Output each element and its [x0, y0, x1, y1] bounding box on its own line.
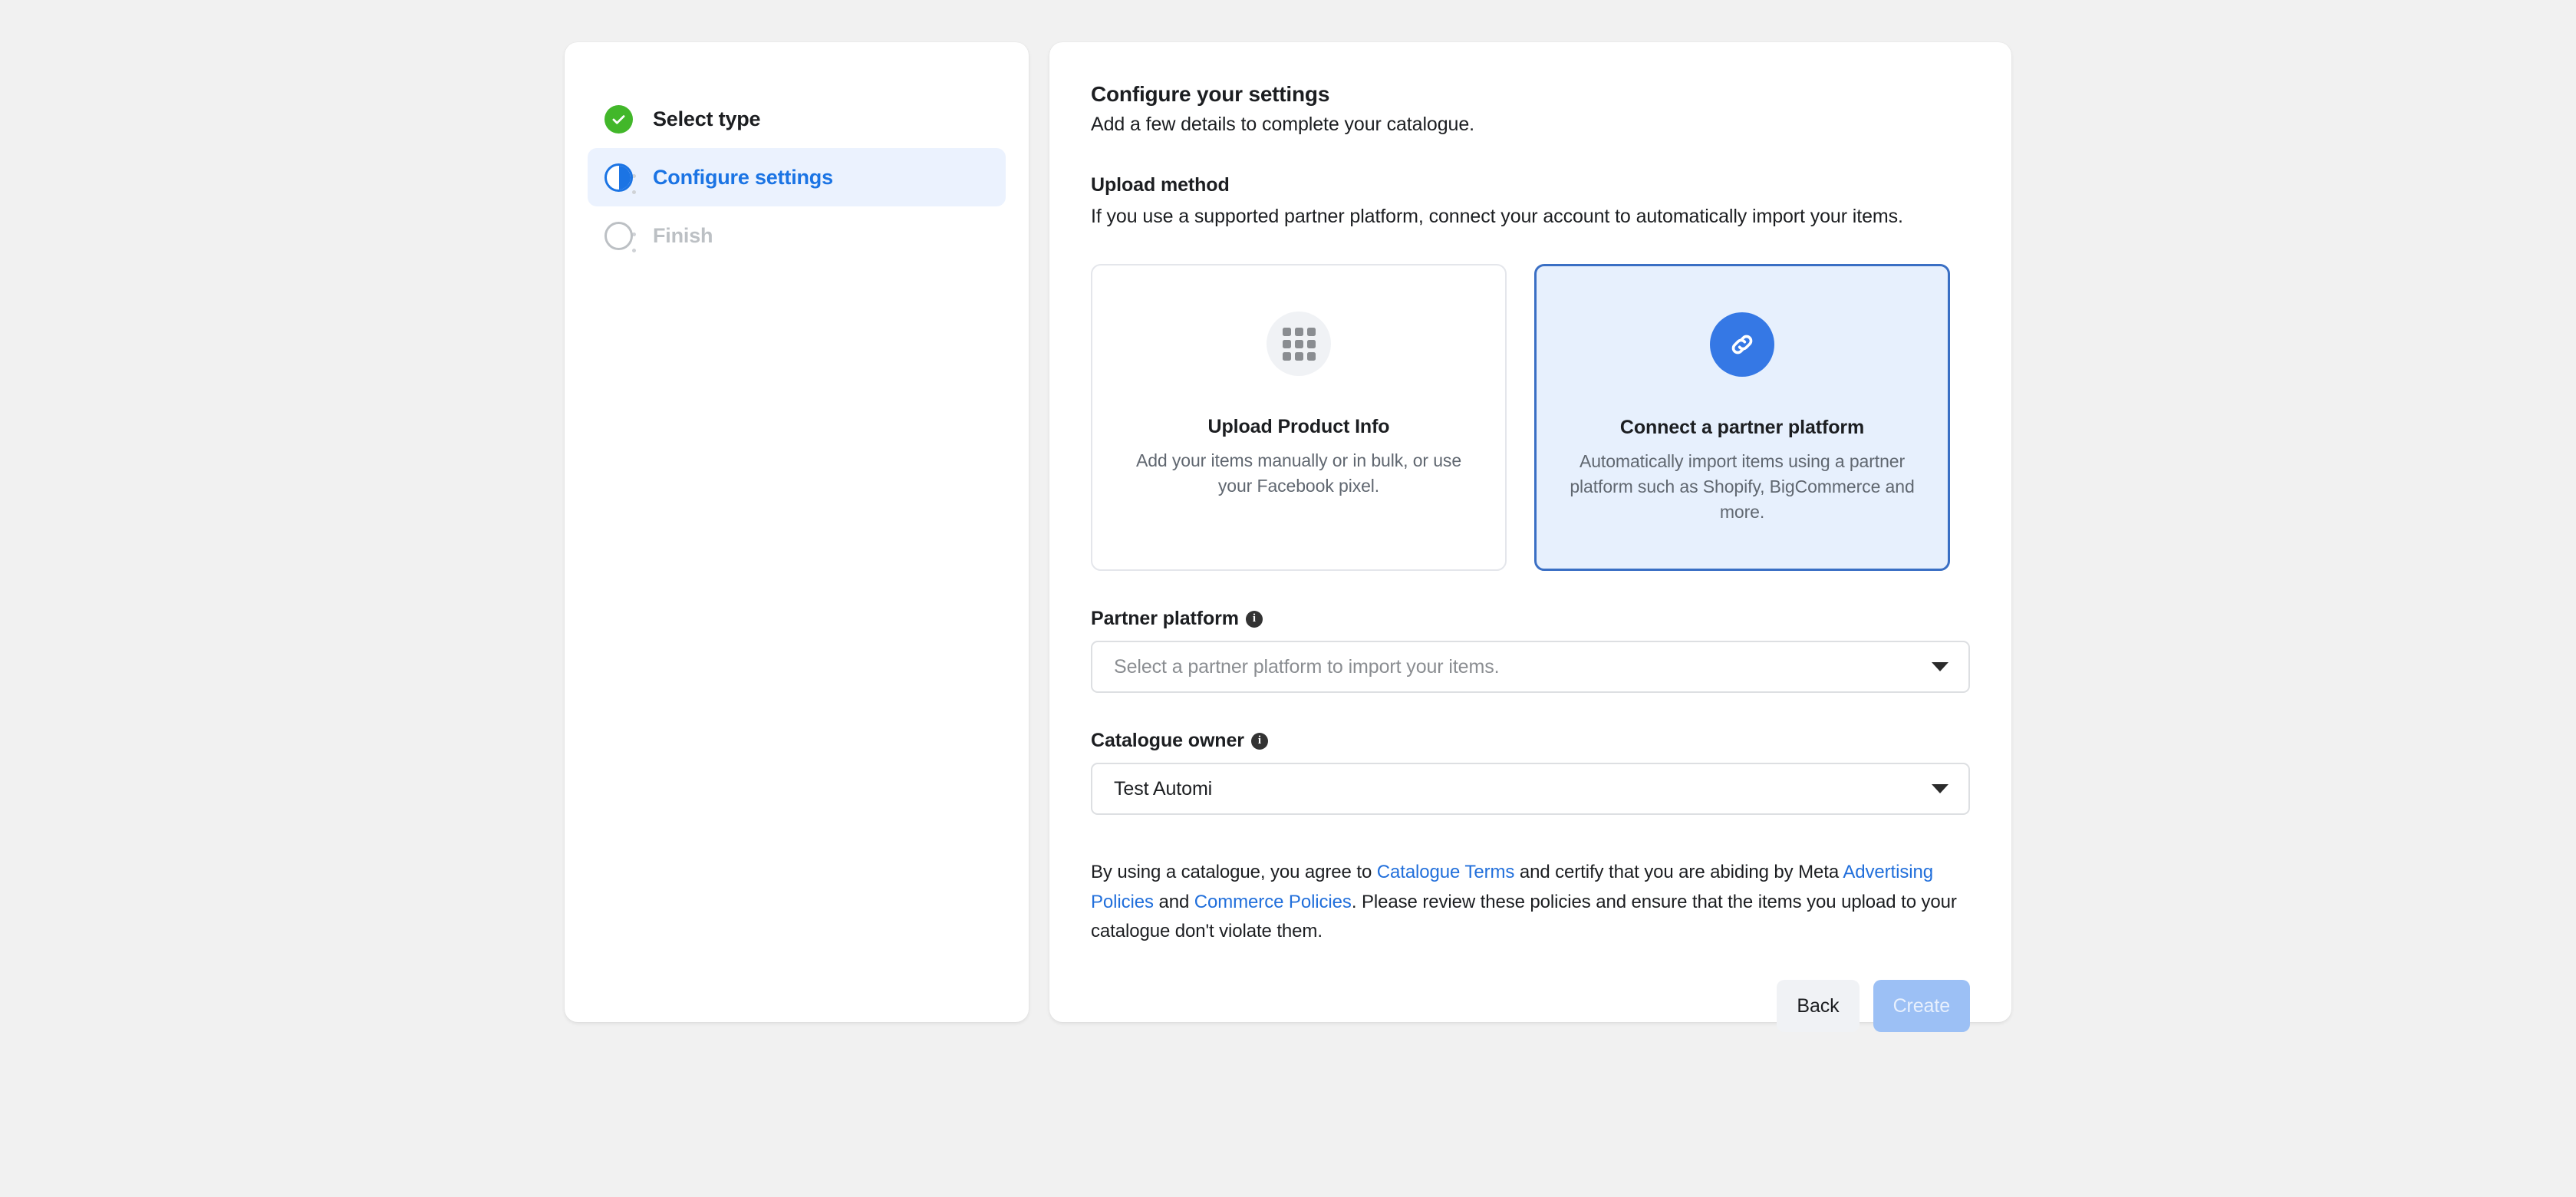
upload-method-description: If you use a supported partner platform,… [1091, 206, 1903, 227]
upload-method-heading: Upload method [1091, 174, 1230, 196]
catalogue-owner-select[interactable]: Test Automi [1091, 763, 1970, 816]
chevron-down-icon [1932, 662, 1948, 672]
partner-platform-select-placeholder: Select a partner platform to import your… [1114, 655, 1500, 678]
configure-settings-panel: Configure your settings Add a few detail… [1049, 42, 2011, 1033]
page-root: Select type Configure settings Finish Co… [0, 0, 2576, 1197]
legal-text-part-1: By using a catalogue, you agree to [1091, 862, 1377, 883]
option-card-description: Add your items manually or in bulk, or u… [1135, 450, 1462, 496]
catalogue-owner-select-value: Test Automi [1114, 777, 1213, 800]
link-icon [1710, 312, 1774, 378]
page-subtitle: Add a few details to complete your catal… [1091, 114, 1474, 135]
info-icon[interactable]: i [1250, 732, 1268, 750]
option-card-title: Upload Product Info [1207, 416, 1390, 438]
step-item-select-type[interactable]: Select type [588, 90, 1006, 148]
upload-method-options: Upload Product Info Add your items manua… [1091, 264, 1970, 572]
create-button[interactable]: Create [1873, 980, 1970, 1033]
panel-footer: Back Create [1091, 980, 1970, 1033]
legal-disclaimer: By using a catalogue, you agree to Catal… [1091, 858, 1970, 946]
option-card-connect-partner-platform[interactable]: Connect a partner platform Automatically… [1534, 264, 1950, 572]
option-card-title: Connect a partner platform [1619, 417, 1865, 439]
step-item-configure-settings[interactable]: Configure settings [588, 148, 1006, 206]
option-card-upload-product-info[interactable]: Upload Product Info Add your items manua… [1091, 264, 1507, 572]
step-item-finish[interactable]: Finish [588, 206, 1006, 265]
field-partner-platform: Partner platform i Select a partner plat… [1091, 608, 1970, 694]
field-label-text: Catalogue owner [1091, 730, 1244, 752]
field-label-text: Partner platform [1091, 608, 1239, 630]
field-catalogue-owner: Catalogue owner i Test Automi [1091, 730, 1970, 816]
grid-icon [1267, 312, 1331, 377]
legal-text-part-3: and [1153, 891, 1194, 912]
stepper-list: Select type Configure settings Finish [588, 90, 1006, 265]
step-label-finish: Finish [653, 223, 713, 247]
page-title: Configure your settings [1091, 82, 1330, 106]
field-label-partner-platform: Partner platform i [1091, 608, 1970, 630]
empty-circle-icon [604, 221, 633, 250]
check-circle-icon [604, 104, 633, 134]
step-label-configure-settings: Configure settings [653, 165, 833, 189]
link-catalogue-terms[interactable]: Catalogue Terms [1377, 862, 1515, 882]
info-icon[interactable]: i [1245, 610, 1263, 628]
stepper-panel: Select type Configure settings Finish [565, 42, 1029, 1022]
field-label-catalogue-owner: Catalogue owner i [1091, 730, 1970, 752]
legal-text-part-2: and certify that you are abiding by Meta [1514, 862, 1843, 883]
half-filled-circle-icon [604, 163, 633, 192]
option-card-description: Automatically import items using a partn… [1570, 451, 1915, 522]
step-label-select-type: Select type [653, 107, 761, 130]
chevron-down-icon [1932, 784, 1948, 794]
partner-platform-select[interactable]: Select a partner platform to import your… [1091, 641, 1970, 694]
link-commerce-policies[interactable]: Commerce Policies [1194, 892, 1352, 912]
back-button[interactable]: Back [1777, 980, 1860, 1033]
